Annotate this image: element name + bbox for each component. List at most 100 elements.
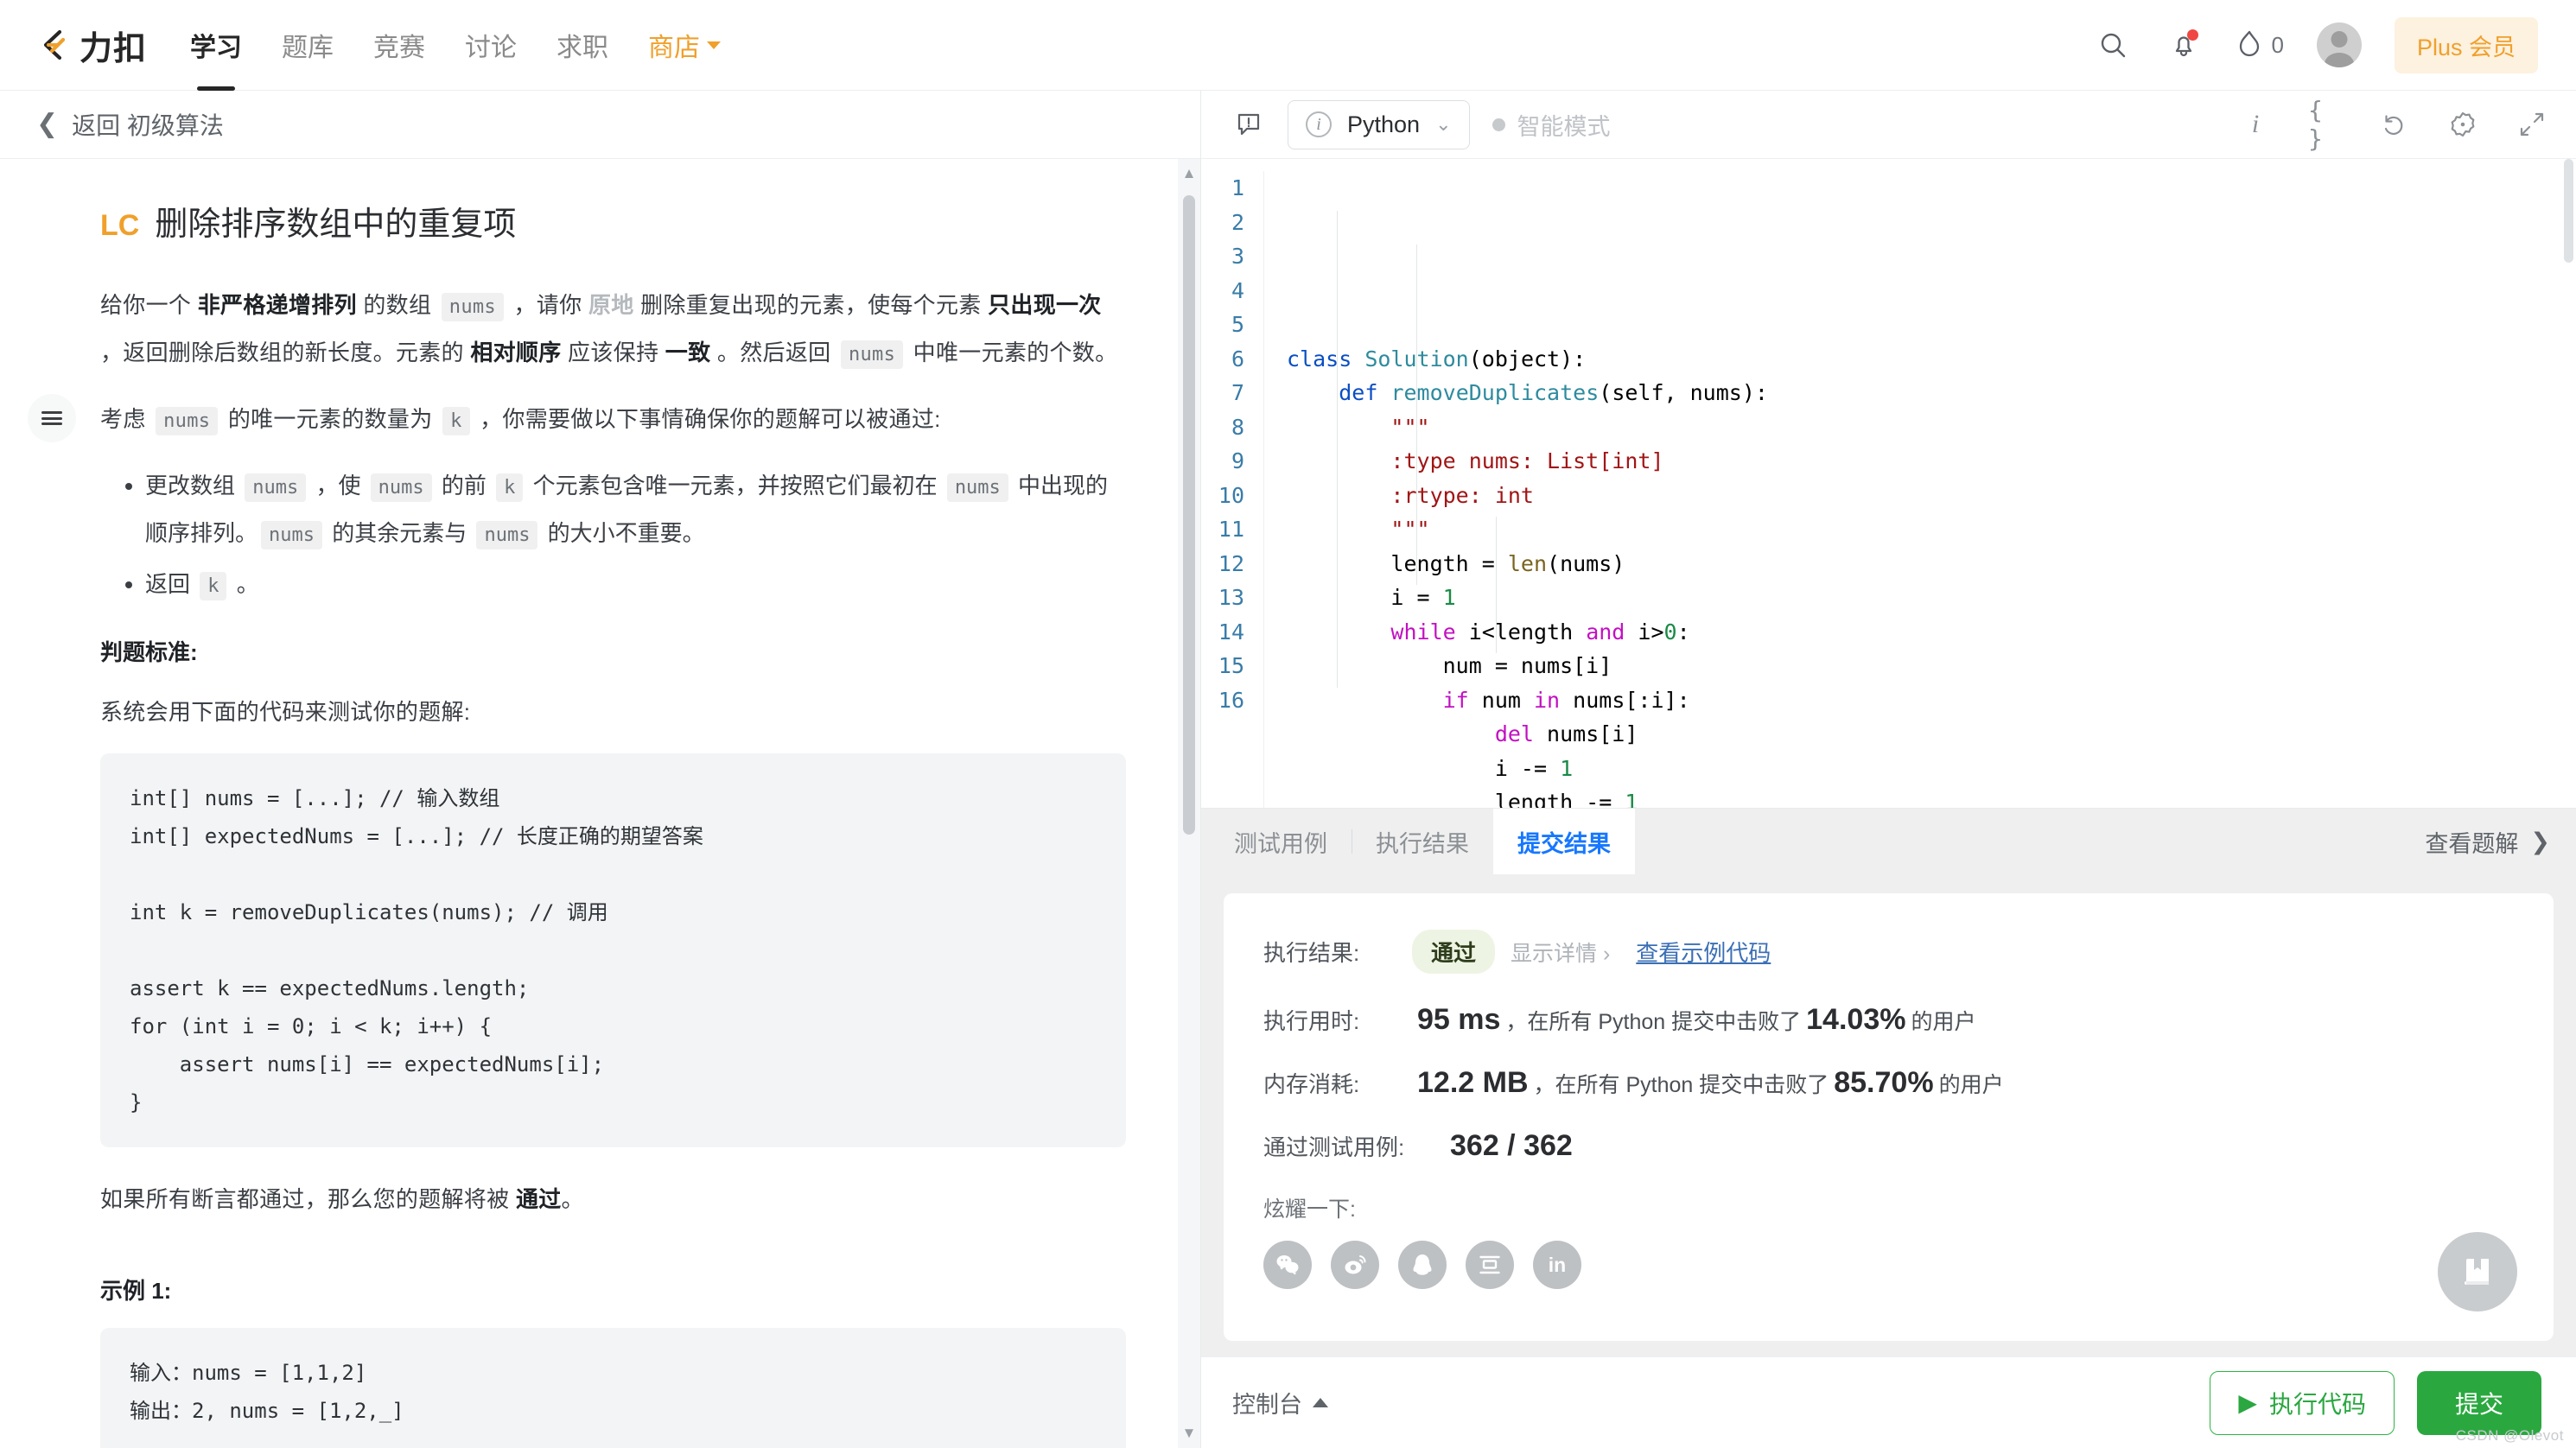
line-number: 5 — [1231, 312, 1244, 337]
smart-mode-toggle[interactable]: 智能模式 — [1492, 108, 1611, 142]
b2-seg1: 返回 — [145, 571, 197, 597]
editor-toolbar: i Python ⌄ 智能模式 i { } — [1201, 91, 2576, 159]
scroll-up-arrow-icon[interactable]: ▲ — [1178, 162, 1200, 185]
nav-item-jobs[interactable]: 求职 — [557, 0, 608, 90]
code-text-lines[interactable]: class Solution(object): def removeDuplic… — [1263, 171, 2576, 808]
editor-panel: i Python ⌄ 智能模式 i { } 1 2 3 4 5 6 7 8 9 … — [1201, 91, 2576, 1448]
nav-item-study[interactable]: 学习 — [190, 0, 242, 90]
runtime-label: 执行用时: — [1263, 1008, 1360, 1034]
smart-mode-label: 智能模式 — [1517, 113, 1611, 140]
sample-code-link[interactable]: 查看示例代码 — [1636, 936, 1771, 968]
problem-panel-header: ❮ 返回 初级算法 — [0, 91, 1200, 159]
inline-code: nums — [370, 473, 432, 502]
run-code-button[interactable]: ▶ 执行代码 — [2210, 1370, 2395, 1435]
plus-membership-button[interactable]: Plus 会员 — [2394, 16, 2538, 73]
bookmark-book-icon[interactable] — [2438, 1232, 2517, 1311]
code-line: """ — [1390, 517, 1430, 542]
line-number: 14 — [1218, 619, 1244, 645]
line-number: 12 — [1218, 550, 1244, 576]
b1-seg1: 更改数组 — [145, 473, 242, 499]
runtime-value: 95 ms — [1417, 1003, 1501, 1036]
smart-mode-dot-icon — [1492, 117, 1505, 131]
user-avatar[interactable] — [2316, 22, 2362, 67]
editor-toolbar-right: i { } — [2239, 96, 2548, 153]
search-icon[interactable] — [2094, 26, 2132, 64]
inline-code: nums — [261, 521, 322, 549]
bell-icon[interactable] — [2165, 26, 2203, 64]
nav-item-discuss[interactable]: 讨论 — [465, 0, 517, 90]
tab-run-result[interactable]: 执行结果 — [1352, 809, 1493, 874]
inline-code-nums-2: nums — [840, 340, 904, 369]
reset-undo-icon[interactable] — [2377, 108, 2410, 141]
tab-testcases[interactable]: 测试用例 — [1210, 809, 1352, 874]
note-icon[interactable] — [1232, 108, 1265, 141]
code-line: :rtype: int — [1287, 482, 1534, 508]
triangle-up-icon — [1313, 1398, 1328, 1407]
memory-percentile: 85.70% — [1834, 1066, 1934, 1099]
p1-bold2: 只出现一次 — [988, 292, 1102, 318]
douban-icon[interactable] — [1466, 1241, 1514, 1289]
line-number: 16 — [1218, 687, 1244, 713]
example-1-codeblock: 输入：nums = [1,1,2] 输出：2, nums = [1,2,_] — [100, 1328, 1126, 1448]
linkedin-icon[interactable]: in — [1533, 1241, 1581, 1289]
p1-seg6: 应该保持 — [561, 340, 665, 365]
back-link-label[interactable]: 返回 初级算法 — [72, 107, 224, 142]
assert-note: 如果所有断言都通过，那么您的题解将被 通过。 — [100, 1177, 1126, 1222]
streak-flame-button[interactable]: 0 — [2236, 29, 2284, 62]
scrollbar-thumb[interactable] — [1183, 195, 1195, 835]
show-detail-link[interactable]: 显示详情 › — [1511, 937, 1610, 968]
fullscreen-expand-icon[interactable] — [2516, 108, 2548, 141]
p1-seg8: 中唯一元素的个数。 — [906, 340, 1118, 365]
code-area[interactable]: 1 2 3 4 5 6 7 8 9 10 11 12 13 14 15 16 c… — [1201, 159, 2576, 808]
play-icon: ▶ — [2238, 1389, 2257, 1416]
leetcode-logo[interactable]: 力扣 — [35, 22, 147, 69]
judge-test-codeblock: int[] nums = [...]; // 输入数组 int[] expect… — [100, 753, 1126, 1147]
language-label: Python — [1347, 111, 1421, 137]
problem-paragraph-2: 考虑 nums 的唯一元素的数量为 k ，你需要做以下事情确保你的题解可以被通过… — [100, 397, 1126, 444]
chevron-down-icon — [707, 41, 722, 49]
qq-icon[interactable] — [1398, 1241, 1447, 1289]
inline-code: nums — [476, 521, 538, 549]
console-toggle[interactable]: 控制台 — [1232, 1386, 1328, 1419]
share-label: 炫耀一下: — [1263, 1197, 1356, 1222]
judging-criteria-note: 系统会用下面的代码来测试你的题解: — [100, 699, 471, 725]
line-number-gutter: 1 2 3 4 5 6 7 8 9 10 11 12 13 14 15 16 — [1201, 171, 1263, 808]
language-selector[interactable]: i Python ⌄ — [1288, 99, 1470, 149]
code-line: del nums[i] — [1494, 721, 1638, 746]
b1-seg6: 的其余元素与 — [326, 520, 474, 546]
nav-item-store[interactable]: 商店 — [648, 0, 722, 90]
nav-item-contest[interactable]: 竞赛 — [373, 0, 425, 90]
tab-submit-result[interactable]: 提交结果 — [1493, 809, 1635, 874]
scroll-down-arrow-icon[interactable]: ▼ — [1178, 1422, 1200, 1445]
editor-vertical-scrollbar[interactable] — [2560, 159, 2576, 808]
code-line: while i<length and i>0: — [1390, 619, 1690, 645]
info-icon: i — [1306, 111, 1332, 137]
submit-button[interactable]: 提交 — [2416, 1370, 2541, 1435]
indent-guide — [1416, 245, 1417, 585]
back-chevron-icon[interactable]: ❮ — [36, 111, 58, 137]
code-editor[interactable]: 1 2 3 4 5 6 7 8 9 10 11 12 13 14 15 16 c… — [1201, 159, 2576, 809]
testcase-row: 通过测试用例: 362 / 362 — [1263, 1129, 2514, 1163]
inline-code: nums — [946, 473, 1008, 502]
nav-item-problems[interactable]: 题库 — [282, 0, 334, 90]
wechat-icon[interactable] — [1263, 1241, 1312, 1289]
leetcode-logo-mark — [35, 25, 74, 65]
view-solution-link[interactable]: 查看题解 ❯ — [2425, 809, 2576, 874]
line-number: 9 — [1231, 448, 1244, 473]
runtime-text-b: 的用户 — [1911, 1009, 1976, 1034]
problem-list-hamburger-icon[interactable] — [28, 394, 76, 442]
b2-seg2: 。 — [230, 571, 259, 597]
results-body: 执行结果: 通过 显示详情 › 查看示例代码 执行用时: 95 ms ，在所有 … — [1201, 874, 2576, 1356]
testcase-label: 通过测试用例: — [1263, 1134, 1405, 1160]
run-code-label: 执行代码 — [2268, 1390, 2366, 1418]
info-italic-icon[interactable]: i — [2239, 108, 2272, 141]
p1-seg5: ，返回删除后数组的新长度。元素的 — [100, 340, 471, 365]
weibo-icon[interactable] — [1331, 1241, 1379, 1289]
settings-gear-icon[interactable] — [2446, 108, 2479, 141]
problem-panel-scrollbar[interactable]: ▲ ▼ — [1178, 159, 1200, 1448]
top-navigation-bar: 力扣 学习 题库 竞赛 讨论 求职 商店 0 Plus 会员 — [0, 0, 2576, 91]
braces-format-icon[interactable]: { } — [2308, 96, 2341, 153]
code-line: length = len(nums) — [1287, 550, 1625, 576]
scrollbar-thumb[interactable] — [2564, 159, 2573, 263]
line-number: 1 — [1231, 175, 1244, 200]
